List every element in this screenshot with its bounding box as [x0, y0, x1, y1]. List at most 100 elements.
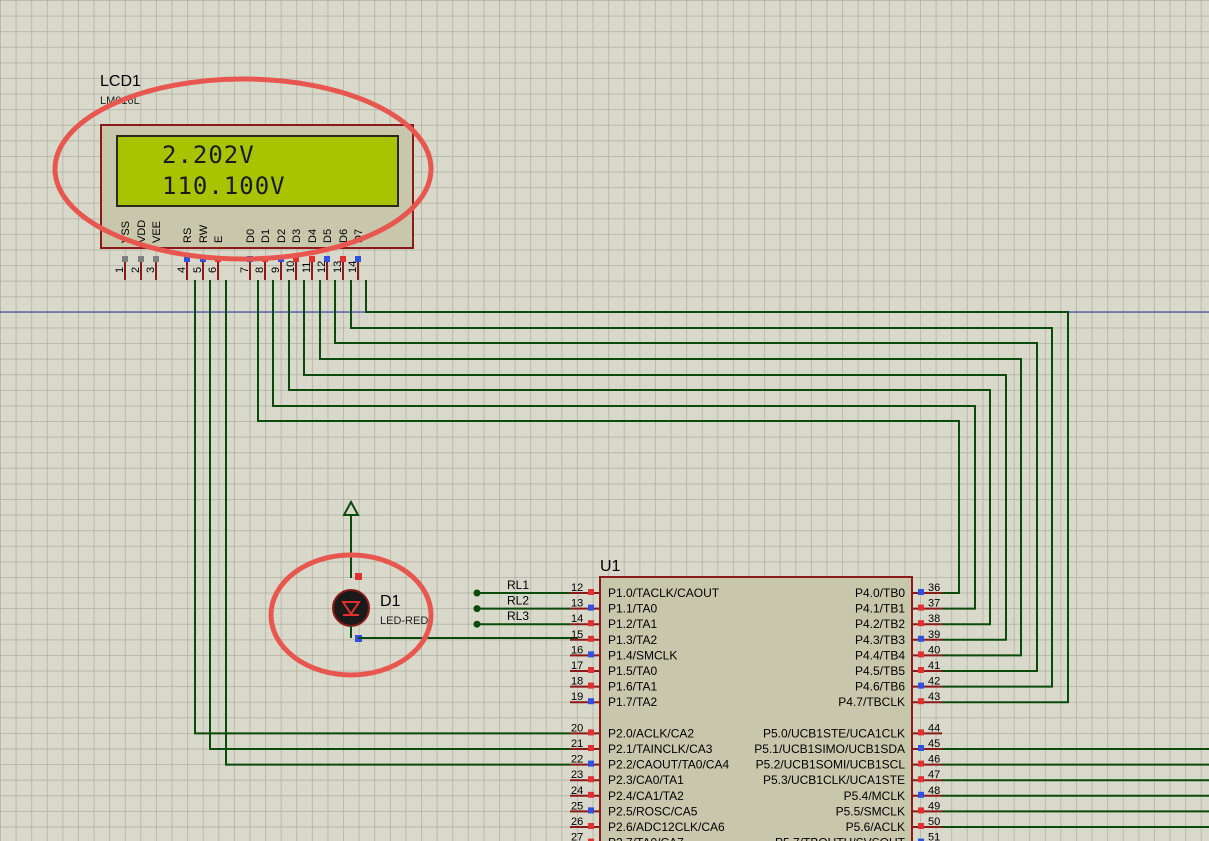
mcu-pin-number: 20	[571, 722, 583, 734]
mcu-pin-number: 38	[928, 613, 940, 625]
mcu-pin-name: P1.2/TA1	[608, 617, 657, 631]
mcu-pin-name: P4.7/TBCLK	[838, 695, 905, 709]
lcd-pin-number: 6	[207, 267, 219, 273]
mcu-pin-14[interactable]	[588, 620, 594, 627]
lcd-pin-number: 10	[285, 261, 297, 273]
lcd-pin-name-d3: D3	[291, 229, 303, 243]
mcu-pin-number: 27	[571, 832, 583, 841]
mcu-pin-number: 19	[571, 691, 583, 703]
mcu-pin-number: 12	[571, 582, 583, 594]
mcu-pin-number: 23	[571, 769, 583, 781]
lcd-pin-number: 13	[332, 261, 344, 273]
mcu-pin-40[interactable]	[918, 651, 924, 658]
mcu-pin-number: 16	[571, 644, 583, 656]
led-reference: D1	[380, 593, 401, 610]
led-component[interactable]: D1 LED-RED	[332, 499, 428, 642]
mcu-pin-name: P1.3/TA2	[608, 633, 657, 647]
lcd-pin-2[interactable]	[138, 256, 144, 262]
net-label-rl3: RL3	[507, 609, 529, 623]
lcd-pin-number: 2	[130, 267, 142, 273]
mcu-pin-name: P1.4/SMCLK	[608, 648, 677, 662]
lcd-pin-number: 11	[301, 262, 313, 273]
mcu-pin-name: P2.1/TAINCLK/CA3	[608, 742, 713, 756]
mcu-pin-47[interactable]	[918, 776, 924, 783]
mcu-pin-45[interactable]	[918, 745, 924, 751]
mcu-pin-20[interactable]	[588, 729, 594, 736]
schematic-drawing: LCD1 LM016L 2.202V 110.100V VSS1VDD2VEE3…	[0, 73, 1209, 841]
mcu-pin-18[interactable]	[588, 682, 594, 689]
mcu-pin-name: P4.0/TB0	[855, 586, 905, 600]
mcu-pin-15[interactable]	[588, 635, 594, 642]
wire-d2-p42	[288, 280, 991, 626]
lcd-pin-name-rs: RS	[182, 228, 194, 243]
mcu-pin-21[interactable]	[588, 745, 594, 751]
mcu-pin-43[interactable]	[918, 698, 924, 705]
mcu-pin-12[interactable]	[588, 589, 594, 595]
mcu-pin-number: 36	[928, 582, 940, 594]
lcd-pin-number: 4	[176, 267, 188, 273]
schematic-canvas[interactable]: LCD1 LM016L 2.202V 110.100V VSS 1 VDD 2 VEE 3…	[0, 0, 1209, 841]
mcu-pin-number: 48	[928, 785, 940, 797]
junction-dot	[473, 605, 481, 613]
wire-ctrl-2	[225, 280, 570, 766]
lcd-pin-3[interactable]	[153, 256, 159, 262]
mcu-pin-26[interactable]	[588, 823, 594, 829]
mcu-pin-number: 18	[571, 676, 583, 688]
mcu-pin-38[interactable]	[918, 620, 924, 627]
wire-ctrl-0	[194, 280, 570, 735]
lcd-pin-number: 9	[270, 267, 282, 273]
lcd-pin-1[interactable]	[122, 256, 128, 262]
mcu-pin-name: P5.4/MCLK	[844, 789, 905, 803]
led-value: LED-RED	[380, 615, 428, 627]
mcu-pin-48[interactable]	[918, 791, 924, 798]
mcu-pin-22[interactable]	[588, 760, 594, 767]
mcu-pin-number: 50	[928, 816, 940, 828]
mcu-pin-number: 22	[571, 754, 583, 766]
mcu-pin-number: 41	[928, 660, 940, 672]
mcu-pin-name: P2.2/CAOUT/TA0/CA4	[608, 758, 729, 772]
led-body	[332, 589, 370, 627]
mcu-pin-name: P4.6/TB6	[855, 680, 905, 694]
mcu-pin-number: 25	[571, 800, 583, 812]
mcu-pin-name: P5.2/UCB1SOMI/UCB1SCL	[756, 758, 906, 772]
mcu-pin-number: 39	[928, 629, 940, 641]
mcu-pin-39[interactable]	[918, 635, 924, 642]
mcu-pin-name: P4.1/TB1	[855, 602, 905, 616]
lcd-pin-number: 1	[114, 267, 126, 273]
lcd-pin-name-d2: D2	[276, 229, 288, 243]
lcd-pin-name-d6: D6	[338, 229, 350, 243]
mcu-pin-24[interactable]	[588, 791, 594, 798]
mcu-pin-37[interactable]	[918, 604, 924, 611]
mcu-component[interactable]: U1 12 P1.0/TACLK/CAOUT RL1 13 P1.1/TA0 RL2 14 P…	[473, 558, 943, 841]
lcd-pin-name-d0: D0	[245, 229, 257, 243]
mcu-pin-49[interactable]	[918, 807, 924, 814]
lcd-line-2: 110.100V	[162, 172, 286, 200]
lcd-pin-name-d4: D4	[307, 229, 319, 243]
mcu-pin-19[interactable]	[588, 698, 594, 705]
mcu-pin-44[interactable]	[918, 729, 924, 736]
mcu-pin-16[interactable]	[588, 651, 594, 658]
mcu-pin-13[interactable]	[588, 604, 594, 611]
led-pin-anode[interactable]	[355, 573, 362, 580]
mcu-pin-17[interactable]	[588, 667, 594, 673]
net-label-rl2: RL2	[507, 594, 529, 608]
lcd-pin-number: 14	[347, 261, 359, 273]
mcu-pin-23[interactable]	[588, 776, 594, 783]
mcu-pin-46[interactable]	[918, 760, 924, 767]
mcu-pin-50[interactable]	[918, 823, 924, 829]
mcu-pin-name: P5.7/TBOUTH/SVSOUT	[775, 836, 906, 841]
lcd-pin-11[interactable]	[309, 256, 315, 262]
mcu-pin-41[interactable]	[918, 667, 924, 673]
mcu-pin-36[interactable]	[918, 589, 924, 595]
lcd-pin-number: 8	[254, 267, 266, 273]
mcu-pin-name: P1.5/TA0	[608, 664, 657, 678]
mcu-pin-42[interactable]	[918, 682, 924, 689]
lcd-pin-name-d5: D5	[322, 229, 334, 243]
mcu-pin-name: P5.0/UCB1STE/UCA1CLK	[763, 726, 905, 740]
mcu-pin-25[interactable]	[588, 807, 594, 814]
mcu-pin-number: 14	[571, 613, 583, 625]
mcu-pin-number: 21	[571, 738, 583, 750]
lcd-pin-name-d1: D1	[260, 229, 272, 243]
power-terminal-icon	[342, 499, 360, 516]
mcu-pin-name: P5.5/SMCLK	[836, 804, 905, 818]
